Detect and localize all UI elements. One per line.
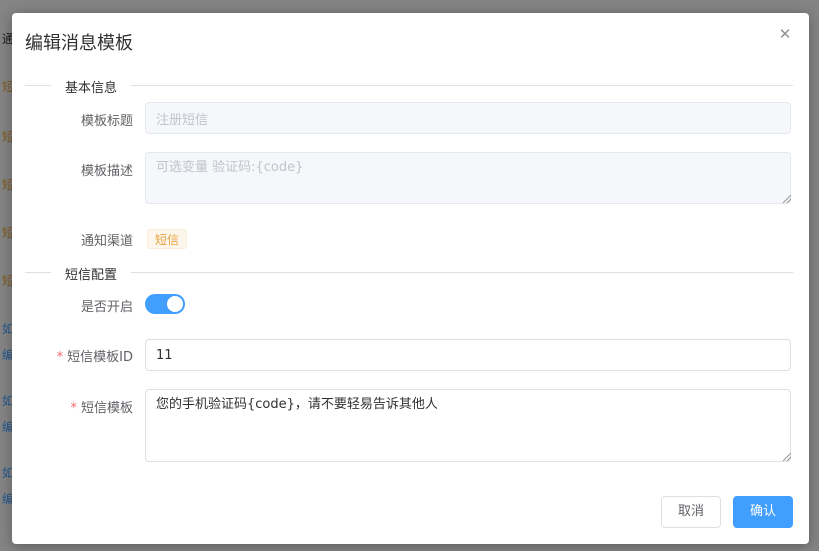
- channel-tag: 短信: [147, 229, 188, 249]
- switch-knob: [167, 296, 183, 312]
- resize-handle-icon[interactable]: [783, 195, 791, 203]
- confirm-button[interactable]: 确认: [733, 496, 793, 528]
- sms-template-label: * 短信模板: [70, 397, 133, 416]
- edit-template-dialog: 编辑消息模板 ✕ 基本信息 模板标题 模板描述 可选变量 验证码:{code} …: [12, 13, 809, 544]
- template-desc-label: 模板描述: [80, 164, 133, 179]
- sms-template-label-text: 短信模板: [80, 401, 133, 416]
- enabled-switch[interactable]: [145, 294, 185, 314]
- section-divider-sms: [25, 272, 793, 273]
- dialog-title: 编辑消息模板: [25, 33, 133, 54]
- template-title-input[interactable]: [145, 102, 791, 134]
- resize-handle-icon[interactable]: [783, 453, 791, 461]
- required-mark: *: [56, 350, 64, 365]
- close-icon[interactable]: ✕: [777, 26, 793, 42]
- required-mark: *: [70, 401, 77, 416]
- sms-template-id-label: * 短信模板ID: [57, 346, 133, 365]
- channel-label: 通知渠道: [80, 234, 133, 249]
- template-desc-textarea[interactable]: 可选变量 验证码:{code}: [145, 152, 791, 204]
- enabled-label: 是否开启: [80, 300, 133, 315]
- section-title-sms: 短信配置: [51, 264, 132, 283]
- sms-template-id-label-text: 短信模板ID: [67, 350, 133, 365]
- sms-template-id-input[interactable]: [145, 339, 791, 371]
- sms-template-textarea[interactable]: 您的手机验证码{code}，请不要轻易告诉其他人: [145, 389, 791, 462]
- cancel-button[interactable]: 取消: [661, 496, 721, 528]
- section-title-basic: 基本信息: [51, 77, 132, 96]
- template-title-label: 模板标题: [80, 114, 133, 129]
- section-divider-basic: [25, 85, 793, 86]
